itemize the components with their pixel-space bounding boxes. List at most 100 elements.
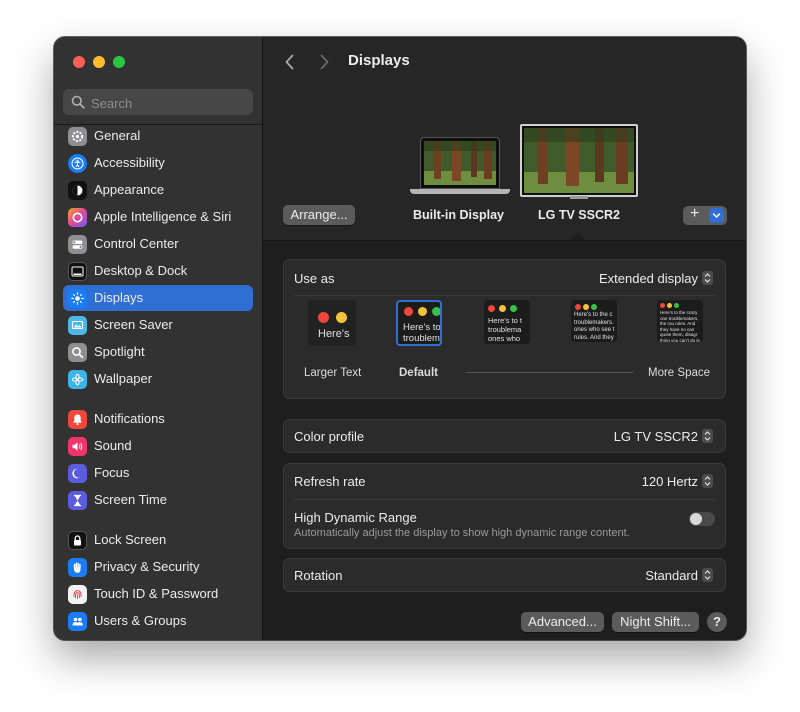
- sample-text: Here's to the c troublemakers. ones who …: [574, 312, 615, 341]
- rotation-select[interactable]: Standard: [645, 568, 713, 583]
- sidebar-item-label: General: [94, 128, 141, 143]
- dock-icon: [68, 262, 87, 281]
- help-button[interactable]: ?: [707, 612, 727, 632]
- sidebar-item-label: Spotlight: [94, 344, 145, 359]
- sidebar-item-focus[interactable]: Focus: [63, 460, 253, 486]
- screen-saver-icon: [68, 316, 87, 335]
- sidebar-item-label: Wallpaper: [94, 371, 153, 386]
- sidebar-item-screen-saver[interactable]: Screen Saver: [63, 312, 253, 338]
- sidebar-item-sound[interactable]: Sound: [63, 433, 253, 459]
- resolution-option-more-space[interactable]: Here's to the crazy one troublemakers, t…: [657, 300, 703, 342]
- lock-icon: [68, 531, 87, 550]
- zoom-window-button[interactable]: [113, 56, 125, 68]
- sidebar-item-label: Control Center: [94, 236, 179, 251]
- chevron-down-icon: [712, 213, 721, 219]
- moon-icon: [68, 464, 87, 483]
- sidebar-item-privacy-security[interactable]: Privacy & Security: [63, 554, 253, 580]
- sidebar-item-accessibility[interactable]: Accessibility: [63, 150, 253, 176]
- page-title: Displays: [348, 52, 410, 69]
- sidebar-item-spotlight[interactable]: Spotlight: [63, 339, 253, 365]
- sidebar-item-label: Touch ID & Password: [94, 586, 219, 601]
- sidebar-item-label: Privacy & Security: [94, 559, 200, 574]
- search-icon: [71, 95, 85, 109]
- sidebar-item-label: Focus: [94, 465, 130, 480]
- sidebar-item-wallpaper[interactable]: Wallpaper: [63, 366, 253, 392]
- hdr-label: High Dynamic Range: [294, 510, 417, 525]
- accessibility-icon: [68, 154, 87, 173]
- sidebar-item-label: Screen Saver: [94, 317, 173, 332]
- use-as-select[interactable]: Extended display: [599, 271, 713, 286]
- color-profile-select[interactable]: LG TV SSCR2: [614, 429, 713, 444]
- sidebar-item-displays[interactable]: Displays: [63, 285, 253, 311]
- selected-display-caret: [570, 232, 586, 240]
- close-window-button[interactable]: [73, 56, 85, 68]
- use-as-value: Extended display: [598, 271, 698, 286]
- resolution-option-3[interactable]: Here's to t troublema ones who: [484, 300, 530, 344]
- main-content: Displays Arrange... Built-in Display LG …: [263, 37, 746, 640]
- sidebar-item-touch-id-password[interactable]: Touch ID & Password: [63, 581, 253, 607]
- panel-divider: [294, 499, 715, 500]
- sidebar-item-appearance[interactable]: Appearance: [63, 177, 253, 203]
- sidebar-item-label: Accessibility: [94, 155, 165, 170]
- resolution-option-4[interactable]: Here's to the c troublemakers. ones who …: [571, 300, 617, 342]
- hdr-toggle[interactable]: [689, 512, 715, 526]
- toolbar-area: Displays Arrange... Built-in Display LG …: [263, 37, 746, 241]
- siri-icon: [68, 208, 87, 227]
- users-icon: [68, 612, 87, 631]
- refresh-hdr-panel: Refresh rate 120 Hertz High Dynamic Rang…: [283, 463, 726, 549]
- use-as-label: Use as: [294, 271, 335, 286]
- rotation-panel: Rotation Standard: [283, 558, 726, 592]
- sidebar-item-label: Notifications: [94, 411, 165, 426]
- sidebar-item-desktop-dock[interactable]: Desktop & Dock: [63, 258, 253, 284]
- refresh-rate-select[interactable]: 120 Hertz: [642, 474, 713, 489]
- control-center-icon: [68, 235, 87, 254]
- forest-wallpaper-image: [524, 128, 634, 193]
- advanced-button[interactable]: Advanced...: [521, 612, 604, 632]
- sidebar-item-label: Users & Groups: [94, 613, 187, 628]
- spotlight-icon: [68, 343, 87, 362]
- hand-icon: [68, 558, 87, 577]
- sidebar: General Accessibility Appearance Apple I…: [54, 37, 263, 640]
- color-profile-value: LG TV SSCR2: [613, 429, 698, 444]
- sidebar-item-general[interactable]: General: [63, 123, 253, 149]
- sidebar-item-control-center[interactable]: Control Center: [63, 231, 253, 257]
- hourglass-icon: [68, 491, 87, 510]
- resolution-option-default[interactable]: Here's to troublem: [396, 300, 442, 346]
- rotation-label: Rotation: [294, 568, 343, 583]
- forward-chevron-icon[interactable]: [314, 52, 334, 72]
- plus-icon: +: [690, 205, 700, 222]
- refresh-rate-value: 120 Hertz: [641, 474, 698, 489]
- up-down-chevron-icon: [702, 271, 713, 285]
- add-display-dropdown[interactable]: [709, 208, 724, 223]
- forest-wallpaper-image: [424, 141, 496, 185]
- sidebar-item-users-groups[interactable]: Users & Groups: [63, 608, 253, 634]
- sidebar-item-notifications[interactable]: Notifications: [63, 406, 253, 432]
- resolution-option-larger-text[interactable]: Here's: [308, 300, 356, 346]
- back-chevron-icon[interactable]: [280, 52, 300, 72]
- arrange-button[interactable]: Arrange...: [283, 205, 355, 225]
- resolution-track-line: [466, 372, 633, 373]
- color-profile-panel: Color profile LG TV SSCR2: [283, 419, 726, 453]
- rotation-value: Standard: [645, 568, 698, 583]
- sidebar-item-lock-screen[interactable]: Lock Screen: [63, 527, 253, 553]
- sidebar-item-label: Desktop & Dock: [94, 263, 188, 278]
- sidebar-item-apple-intelligence-siri[interactable]: Apple Intelligence & Siri: [63, 204, 253, 230]
- built-in-display-thumbnail[interactable]: [410, 137, 510, 197]
- minimize-window-button[interactable]: [93, 56, 105, 68]
- up-down-chevron-icon: [702, 568, 713, 582]
- sidebar-item-label: Appearance: [94, 182, 165, 197]
- sidebar-item-label: Sound: [94, 438, 132, 453]
- sun-icon: [68, 289, 87, 308]
- sidebar-item-screen-time[interactable]: Screen Time: [63, 487, 253, 513]
- resolution-caption-larger-text: Larger Text: [304, 367, 362, 379]
- panel-divider: [294, 295, 715, 296]
- add-display-control[interactable]: +: [683, 205, 727, 225]
- settings-window: General Accessibility Appearance Apple I…: [54, 37, 746, 640]
- lg-tv-display-thumbnail[interactable]: [520, 124, 638, 199]
- search-field[interactable]: [63, 89, 253, 115]
- night-shift-button[interactable]: Night Shift...: [612, 612, 699, 632]
- wallpaper-icon: [68, 370, 87, 389]
- search-input[interactable]: [89, 92, 248, 114]
- gear-icon: [68, 127, 87, 146]
- resolution-caption-default: Default: [399, 367, 438, 379]
